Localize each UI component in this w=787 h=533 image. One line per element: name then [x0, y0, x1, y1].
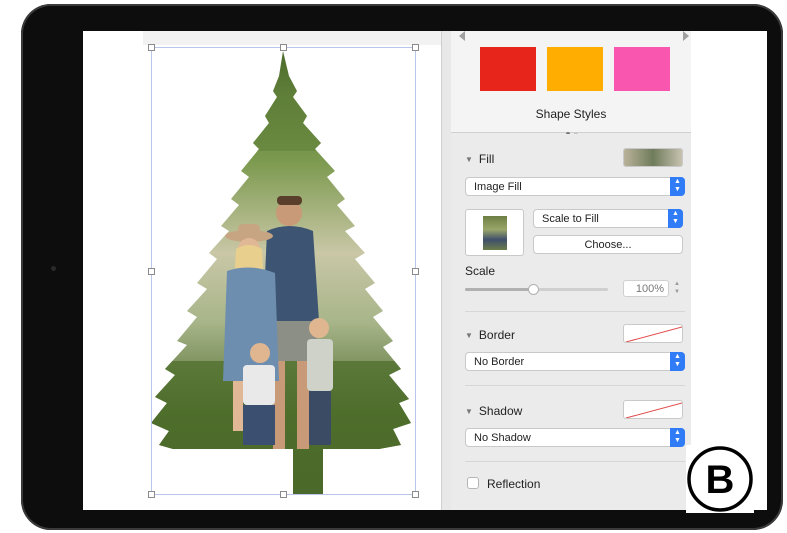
popup-chevron-icon: ▲ ▼	[670, 352, 685, 371]
shape-styles-label: Shape Styles	[535, 107, 607, 121]
resize-handle-right[interactable]	[412, 268, 419, 275]
document-canvas[interactable]	[83, 31, 441, 510]
selection-box	[151, 47, 416, 495]
reflection-label: Reflection	[487, 477, 541, 491]
shadow-color-well[interactable]	[623, 400, 683, 419]
fill-type-value: Image Fill	[474, 181, 522, 193]
fill-type-popup[interactable]: Image Fill ▲ ▼	[465, 177, 685, 196]
image-thumbnail[interactable]	[465, 209, 524, 256]
resize-handle-top-right[interactable]	[412, 44, 419, 51]
disclosure-triangle-icon: ▼	[465, 155, 473, 164]
b-logo-letter: B	[706, 458, 735, 502]
screen: Shape Styles ▼ Fill Image Fill ▲ ▼ Scale…	[83, 31, 767, 510]
ipad-frame: Shape Styles ▼ Fill Image Fill ▲ ▼ Scale…	[21, 4, 783, 530]
scale-slider[interactable]	[465, 284, 608, 295]
disclosure-triangle-icon: ▼	[465, 407, 473, 416]
disclosure-triangle-icon: ▼	[465, 331, 473, 340]
shadow-style-popup[interactable]: No Shadow ▲ ▼	[465, 428, 685, 447]
border-style-value: No Border	[474, 356, 525, 368]
b-logo: B	[686, 445, 754, 513]
separator	[465, 311, 685, 312]
border-section-header[interactable]: ▼ Border	[465, 328, 515, 342]
border-heading: Border	[478, 328, 515, 342]
style-swatch-pink[interactable]	[614, 47, 670, 91]
resize-handle-top-left[interactable]	[148, 44, 155, 51]
b-logo-circle: B	[687, 446, 753, 512]
scale-mode-value: Scale to Fill	[542, 213, 599, 225]
shape-styles-area: Shape Styles	[451, 31, 691, 136]
resize-handle-left[interactable]	[148, 268, 155, 275]
border-color-well[interactable]	[623, 324, 683, 343]
shadow-style-value: No Shadow	[474, 432, 531, 444]
image-thumbnail-picture	[483, 216, 507, 250]
fill-image-well[interactable]	[623, 148, 683, 167]
format-inspector: Shape Styles ▼ Fill Image Fill ▲ ▼ Scale…	[451, 31, 691, 510]
scale-label: Scale	[465, 264, 496, 278]
reflection-checkbox[interactable]	[467, 477, 479, 489]
resize-handle-bottom[interactable]	[280, 491, 287, 498]
fill-heading: Fill	[478, 152, 495, 166]
style-swatch-orange[interactable]	[547, 47, 603, 91]
scale-percent-field[interactable]: 100%	[623, 280, 669, 297]
prev-styles-arrow-icon[interactable]	[459, 31, 465, 41]
resize-handle-bottom-right[interactable]	[412, 491, 419, 498]
resize-handle-top[interactable]	[280, 44, 287, 51]
sidebar-divider[interactable]	[441, 31, 451, 510]
popup-chevron-icon: ▲ ▼	[668, 209, 683, 228]
separator	[465, 385, 685, 386]
no-color-slash-icon	[625, 402, 682, 418]
resize-handle-bottom-left[interactable]	[148, 491, 155, 498]
fill-section-header[interactable]: ▼ Fill	[465, 152, 494, 166]
choose-image-button[interactable]: Choose...	[533, 235, 683, 254]
camera-dot	[51, 266, 56, 271]
separator	[465, 461, 685, 462]
inspector-panel-body: ▼ Fill Image Fill ▲ ▼ Scale to Fill ▲ ▼ Cho…	[451, 134, 691, 510]
next-styles-arrow-icon[interactable]	[683, 31, 689, 41]
popup-chevron-icon: ▲ ▼	[670, 177, 685, 196]
border-style-popup[interactable]: No Border ▲ ▼	[465, 352, 685, 371]
scale-slider-knob[interactable]	[528, 284, 539, 295]
shadow-section-header[interactable]: ▼ Shadow	[465, 404, 522, 418]
screen-margin-right	[691, 31, 767, 510]
no-color-slash-icon	[625, 326, 682, 342]
scale-slider-fill	[465, 288, 534, 291]
popup-chevron-icon: ▲ ▼	[670, 428, 685, 447]
scale-mode-popup[interactable]: Scale to Fill ▲ ▼	[533, 209, 683, 228]
scale-stepper-icon[interactable]: ▲ ▼	[672, 280, 682, 297]
shadow-heading: Shadow	[478, 404, 523, 418]
style-swatch-red[interactable]	[480, 47, 536, 91]
